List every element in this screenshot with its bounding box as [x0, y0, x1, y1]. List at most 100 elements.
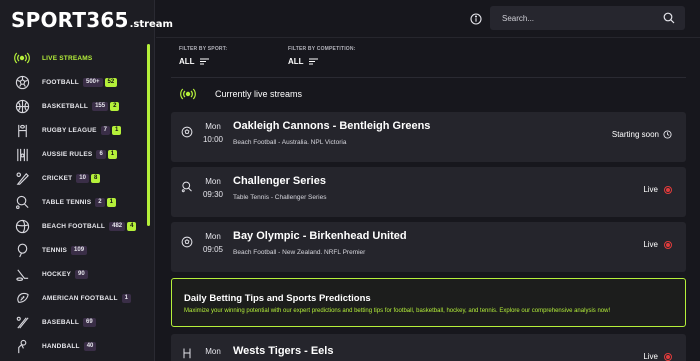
tennis-icon [13, 241, 31, 259]
event-count-badge: 109 [71, 245, 88, 255]
american-football-icon [13, 289, 31, 307]
cricket-icon [13, 169, 31, 187]
search-box [490, 6, 685, 30]
rugby-icon [13, 121, 31, 139]
event-name: Bay Olympic - Birkenhead United [233, 230, 407, 242]
event-status: Starting soon [612, 130, 672, 139]
event-name: Oakleigh Cannons - Bentleigh Greens [233, 120, 431, 132]
filters-divider [171, 77, 686, 78]
sidebar-item-label: AMERICAN FOOTBALL [42, 294, 118, 302]
sidebar-item-american-football[interactable]: AMERICAN FOOTBALL 1 [0, 286, 147, 310]
sidebar-item-label: TABLE TENNIS [42, 198, 92, 206]
sidebar-item-label: BEACH FOOTBALL [42, 222, 106, 230]
sidebar-item-tennis[interactable]: TENNIS 109 [0, 238, 147, 262]
event-count-badge: 500+ [82, 77, 103, 87]
sidebar-item-label: HOCKEY [42, 270, 72, 278]
sidebar-item-label: AUSSIE RULES [42, 150, 93, 158]
status-text: Live [643, 352, 658, 361]
event-status: Live [643, 352, 672, 361]
live-count-badge: 52 [104, 77, 118, 87]
live-dot-icon [664, 185, 672, 194]
event-league: Beach Football - Australia. NPL Victoria [233, 139, 347, 146]
football-icon [13, 73, 31, 91]
sidebar-item-label: BASKETBALL [42, 102, 89, 110]
sidebar-item-label: BASEBALL [42, 318, 79, 326]
info-icon[interactable] [470, 13, 482, 25]
soccer-ball-icon [181, 236, 193, 248]
sidebar-item-label: RUGBY LEAGUE [42, 126, 97, 134]
event-count-badge: 2 [95, 197, 105, 207]
filter-by-competition[interactable]: FILTER BY COMPETITION: ALL [288, 46, 356, 66]
live-count-badge: 1 [106, 197, 116, 207]
header-divider [156, 37, 700, 38]
beach-football-icon [13, 217, 31, 235]
site-logo[interactable]: SPORT365 .stream [11, 8, 173, 32]
sidebar-item-football[interactable]: FOOTBALL 500+ 52 [0, 70, 147, 94]
filter-value[interactable]: ALL [179, 57, 227, 66]
banner-text: Maximize your winning potential with our… [184, 308, 611, 314]
live-signal-icon [13, 49, 31, 67]
handball-icon [13, 337, 31, 355]
sidebar-item-label: TENNIS [42, 246, 68, 254]
sidebar-item-live-streams[interactable]: LIVE STREAMS [0, 46, 147, 70]
table-tennis-icon [181, 181, 192, 193]
event-league: Beach Football - New Zealand. NRFL Premi… [233, 249, 366, 256]
sidebar-item-table-tennis[interactable]: TABLE TENNIS 2 1 [0, 190, 147, 214]
live-signal-icon [180, 88, 196, 100]
filter-lines-icon [308, 58, 318, 65]
filter-value-text: ALL [288, 57, 304, 66]
sidebar-item-label: LIVE STREAMS [42, 54, 93, 62]
betting-tips-banner[interactable]: Daily Betting Tips and Sports Prediction… [171, 278, 686, 327]
event-time: 09:30 [202, 190, 224, 199]
filter-by-sport[interactable]: FILTER BY SPORT: ALL [179, 46, 227, 66]
event-card[interactable]: Mon 09:30 Challenger Series Table Tennis… [171, 167, 686, 217]
event-count-badge: 69 [83, 317, 96, 327]
sidebar-item-baseball[interactable]: BASEBALL 69 [0, 310, 147, 334]
banner-title: Daily Betting Tips and Sports Prediction… [184, 293, 371, 304]
live-streams-header: Currently live streams [180, 88, 302, 100]
event-count-badge: 155 [92, 101, 109, 111]
sidebar-item-beach-football[interactable]: BEACH FOOTBALL 482 4 [0, 214, 147, 238]
sidebar: SPORT365 .stream LIVE STREAMS FOOTBALL 5… [0, 0, 173, 361]
live-dot-icon [664, 240, 672, 249]
sidebar-item-aussie-rules[interactable]: AUSSIE RULES 6 1 [0, 142, 147, 166]
table-tennis-icon [13, 193, 31, 211]
event-count-badge: 1 [121, 293, 131, 303]
event-count-badge: 40 [83, 341, 97, 351]
hockey-icon [13, 265, 31, 283]
sport-nav: LIVE STREAMS FOOTBALL 500+ 52 BASKETBALL… [0, 46, 147, 358]
basketball-icon [13, 97, 31, 115]
soccer-ball-icon [181, 126, 193, 138]
event-count-badge: 6 [96, 149, 106, 159]
search-input[interactable] [502, 6, 652, 30]
event-league: Table Tennis - Challenger Series [233, 194, 327, 201]
live-count-badge: 2 [110, 101, 120, 111]
event-day: Mon [205, 177, 221, 186]
event-day: Mon [205, 347, 221, 356]
logo-suffix: .stream [129, 19, 173, 30]
live-count-badge: 1 [107, 149, 118, 159]
filter-value[interactable]: ALL [288, 57, 356, 66]
aussie-rules-icon [13, 145, 31, 163]
live-dot-icon [664, 352, 672, 361]
event-card[interactable]: Mon Wests Tigers - Eels Live [171, 334, 686, 361]
sidebar-item-label: HANDBALL [42, 342, 80, 350]
sidebar-item-cricket[interactable]: CRICKET 10 8 [0, 166, 147, 190]
event-card[interactable]: Mon 09:05 Bay Olympic - Birkenhead Unite… [171, 222, 686, 272]
sidebar-item-rugby-league[interactable]: RUGBY LEAGUE 7 1 [0, 118, 147, 142]
section-title: Currently live streams [215, 89, 303, 99]
sidebar-item-handball[interactable]: HANDBALL 40 [0, 334, 147, 358]
event-count-badge: 10 [76, 173, 89, 183]
status-text: Starting soon [611, 130, 659, 139]
event-status: Live [643, 240, 672, 249]
sidebar-item-hockey[interactable]: HOCKEY 90 [0, 262, 147, 286]
sidebar-item-label: CRICKET [42, 174, 73, 182]
event-card[interactable]: Mon 10:00 Oakleigh Cannons - Bentleigh G… [171, 112, 686, 162]
live-count-badge: 4 [127, 221, 137, 231]
sidebar-scrollbar[interactable] [147, 44, 150, 226]
event-day: Mon [205, 122, 221, 131]
search-icon[interactable] [663, 12, 675, 24]
live-count-badge: 8 [90, 173, 101, 183]
sidebar-item-basketball[interactable]: BASKETBALL 155 2 [0, 94, 147, 118]
baseball-icon [13, 313, 31, 331]
